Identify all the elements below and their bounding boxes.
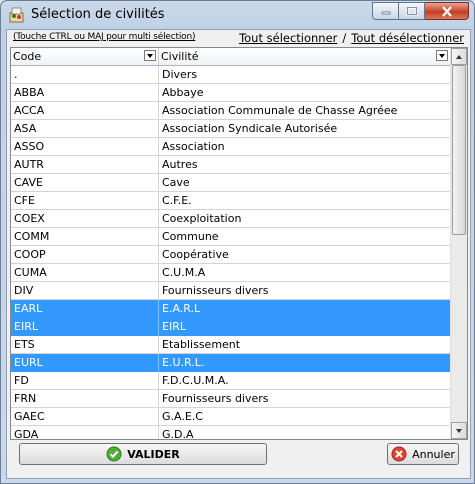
cell-code: COEX: [11, 210, 159, 228]
cell-code: COMM: [11, 228, 159, 246]
cell-code: EIRL: [11, 318, 159, 336]
cell-code: .: [11, 66, 159, 84]
cancel-x-icon: [391, 446, 407, 462]
cell-civilite: Divers: [159, 66, 451, 84]
grid-header: Code Civilité: [11, 48, 451, 66]
cell-code: FD: [11, 372, 159, 390]
close-icon: [441, 5, 452, 17]
table-row[interactable]: ABBA Abbaye: [11, 84, 451, 102]
cell-code: ASSO: [11, 138, 159, 156]
cell-code: COOP: [11, 246, 159, 264]
maximize-icon: [406, 6, 417, 16]
code-filter-dropdown-icon[interactable]: [144, 50, 156, 61]
cell-civilite: G.A.E.C: [159, 408, 451, 426]
cell-civilite: G.D.A: [159, 426, 451, 439]
table-row[interactable]: AUTR Autres: [11, 156, 451, 174]
cell-civilite: C.U.M.A: [159, 264, 451, 282]
cell-civilite: EIRL: [159, 318, 451, 336]
cell-civilite: E.A.R.L: [159, 300, 451, 318]
cell-code: GAEC: [11, 408, 159, 426]
cell-civilite: Association: [159, 138, 451, 156]
civilites-grid: Code Civilité . Divers ABBA Abbaye ACCA Assoc…: [10, 47, 468, 440]
cell-code: GDA: [11, 426, 159, 439]
cell-civilite: Coexploitation: [159, 210, 451, 228]
table-row[interactable]: DIV Fournisseurs divers: [11, 282, 451, 300]
table-row[interactable]: COOP Coopérative: [11, 246, 451, 264]
table-row[interactable]: . Divers: [11, 66, 451, 84]
scroll-down-icon[interactable]: [451, 422, 467, 439]
column-header-civilite[interactable]: Civilité: [159, 48, 451, 65]
close-button[interactable]: [425, 2, 469, 20]
table-row[interactable]: FRN Fournisseurs divers: [11, 390, 451, 408]
table-row[interactable]: GDA G.D.A: [11, 426, 451, 439]
links-separator: /: [342, 31, 347, 45]
dialog-window: Sélection de civilités (Touche CTRL ou M…: [0, 0, 475, 484]
table-row[interactable]: CFE C.F.E.: [11, 192, 451, 210]
validate-button[interactable]: VALIDER: [19, 443, 267, 465]
cancel-button-label: Annuler: [412, 447, 455, 461]
cancel-button[interactable]: Annuler: [387, 443, 459, 465]
table-row[interactable]: COEX Coexploitation: [11, 210, 451, 228]
table-row[interactable]: EURL E.U.R.L.: [11, 354, 451, 372]
cell-civilite: Abbaye: [159, 84, 451, 102]
cell-code: ABBA: [11, 84, 159, 102]
selection-links: Tout sélectionner / Tout désélectionner: [239, 31, 464, 45]
scrollbar-thumb[interactable]: [452, 65, 466, 235]
table-row[interactable]: EIRL EIRL: [11, 318, 451, 336]
cell-code: EURL: [11, 354, 159, 372]
column-header-civilite-label: Civilité: [161, 50, 199, 63]
dialog-client-area: (Touche CTRL ou MAJ pour multi sélection…: [6, 29, 471, 479]
table-row[interactable]: EARL E.A.R.L: [11, 300, 451, 318]
scroll-up-icon[interactable]: [451, 48, 467, 65]
cell-civilite: Commune: [159, 228, 451, 246]
cell-civilite: Coopérative: [159, 246, 451, 264]
checkmark-icon: [106, 446, 122, 462]
cell-code: CUMA: [11, 264, 159, 282]
caption-buttons: [372, 2, 469, 21]
table-row[interactable]: GAEC G.A.E.C: [11, 408, 451, 426]
vertical-scrollbar[interactable]: [450, 48, 467, 439]
multi-select-hint: (Touche CTRL ou MAJ pour multi sélection…: [13, 32, 196, 42]
cell-civilite: Fournisseurs divers: [159, 390, 451, 408]
title-bar[interactable]: Sélection de civilités: [1, 1, 474, 29]
table-row[interactable]: ETS Etablissement: [11, 336, 451, 354]
cell-civilite: F.D.C.U.M.A.: [159, 372, 451, 390]
maximize-button[interactable]: [399, 2, 425, 20]
select-all-link[interactable]: Tout sélectionner: [239, 31, 337, 45]
table-row[interactable]: FD F.D.C.U.M.A.: [11, 372, 451, 390]
cell-civilite: E.U.R.L.: [159, 354, 451, 372]
cell-civilite: Association Syndicale Autorisée: [159, 120, 451, 138]
minimize-button[interactable]: [372, 2, 399, 20]
civilite-filter-dropdown-icon[interactable]: [436, 50, 448, 61]
cell-code: ETS: [11, 336, 159, 354]
cell-code: ACCA: [11, 102, 159, 120]
validate-button-label: VALIDER: [127, 447, 180, 461]
cell-civilite: C.F.E.: [159, 192, 451, 210]
minimize-icon: [381, 11, 390, 15]
cell-civilite: Cave: [159, 174, 451, 192]
table-row[interactable]: ACCA Association Communale de Chasse Agré…: [11, 102, 451, 120]
table-row[interactable]: ASSO Association: [11, 138, 451, 156]
cell-code: ASA: [11, 120, 159, 138]
table-row[interactable]: CAVE Cave: [11, 174, 451, 192]
cell-code: CFE: [11, 192, 159, 210]
deselect-all-link[interactable]: Tout désélectionner: [351, 31, 464, 45]
column-header-code[interactable]: Code: [11, 48, 159, 65]
table-row[interactable]: COMM Commune: [11, 228, 451, 246]
table-row[interactable]: ASA Association Syndicale Autorisée: [11, 120, 451, 138]
app-icon: [8, 6, 26, 24]
table-row[interactable]: CUMA C.U.M.A: [11, 264, 451, 282]
cell-code: CAVE: [11, 174, 159, 192]
cell-civilite: Etablissement: [159, 336, 451, 354]
cell-code: EARL: [11, 300, 159, 318]
cell-code: DIV: [11, 282, 159, 300]
column-header-code-label: Code: [13, 50, 42, 63]
cell-code: AUTR: [11, 156, 159, 174]
grid-rows: . Divers ABBA Abbaye ACCA Association Communa…: [11, 66, 451, 439]
cell-code: FRN: [11, 390, 159, 408]
cell-civilite: Autres: [159, 156, 451, 174]
cell-civilite: Association Communale de Chasse Agréee: [159, 102, 451, 120]
cell-civilite: Fournisseurs divers: [159, 282, 451, 300]
window-title: Sélection de civilités: [31, 7, 165, 22]
